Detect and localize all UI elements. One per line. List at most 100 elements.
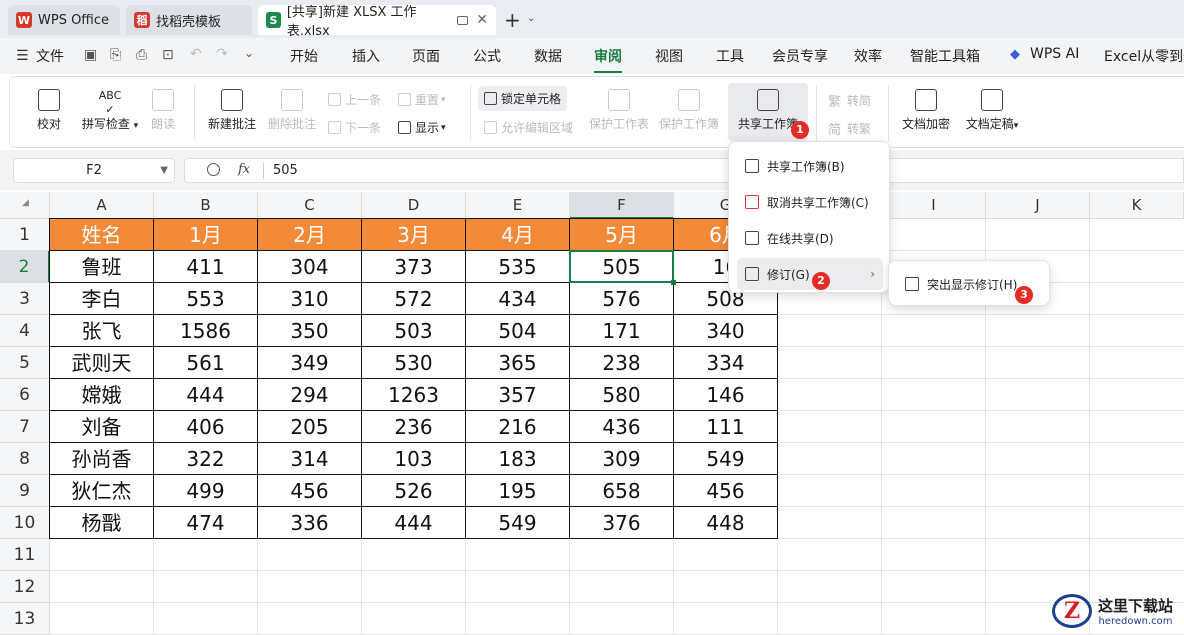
- encrypt-button[interactable]: 文档加密: [898, 89, 954, 132]
- print-icon[interactable]: ⎙: [136, 47, 147, 63]
- table-cell[interactable]: 195: [466, 475, 570, 507]
- table-cell[interactable]: 530: [362, 347, 466, 379]
- table-cell[interactable]: 549: [466, 507, 570, 539]
- formula-input[interactable]: fx 505: [184, 158, 1184, 183]
- table-header-cell[interactable]: 姓名: [50, 219, 154, 251]
- menu-home[interactable]: 开始: [290, 46, 318, 66]
- table-cell[interactable]: 526: [362, 475, 466, 507]
- table-cell[interactable]: 146: [674, 379, 778, 411]
- table-cell[interactable]: 349: [258, 347, 362, 379]
- menu-insert[interactable]: 插入: [352, 46, 380, 66]
- row-header[interactable]: 5: [0, 347, 50, 379]
- table-cell[interactable]: 535: [466, 251, 570, 283]
- menu-data[interactable]: 数据: [534, 46, 562, 66]
- table-cell[interactable]: 嫦娥: [50, 379, 154, 411]
- read-aloud-button[interactable]: 朗读: [148, 89, 178, 132]
- window-icon[interactable]: [456, 15, 469, 25]
- print-preview-icon[interactable]: ⊡: [162, 47, 174, 63]
- lock-cell-button[interactable]: 锁定单元格: [478, 86, 568, 111]
- menu-smart-toolbox[interactable]: 智能工具箱: [910, 46, 980, 66]
- table-cell[interactable]: 314: [258, 443, 362, 475]
- table-cell[interactable]: 304: [258, 251, 362, 283]
- column-header-i[interactable]: I: [882, 192, 986, 219]
- table-cell[interactable]: 武则天: [50, 347, 154, 379]
- column-header-c[interactable]: C: [258, 192, 362, 219]
- menu-member[interactable]: 会员专享: [772, 46, 828, 66]
- selected-cell-outline[interactable]: [569, 250, 674, 283]
- table-header-cell[interactable]: 5月: [570, 219, 674, 251]
- close-icon[interactable]: ✕: [476, 12, 488, 28]
- menu-icon[interactable]: ☰: [16, 48, 29, 64]
- row-header[interactable]: 10: [0, 507, 50, 539]
- table-cell[interactable]: 111: [674, 411, 778, 443]
- table-cell[interactable]: 365: [466, 347, 570, 379]
- table-header-cell[interactable]: 4月: [466, 219, 570, 251]
- chevron-down-icon[interactable]: ▼: [160, 159, 168, 182]
- column-header-j[interactable]: J: [986, 192, 1090, 219]
- fill-handle[interactable]: [671, 280, 676, 285]
- row-header[interactable]: 6: [0, 379, 50, 411]
- trad-button[interactable]: 繁转简: [828, 91, 871, 110]
- menu-page[interactable]: 页面: [412, 46, 440, 66]
- table-cell[interactable]: 553: [154, 283, 258, 315]
- allow-edit-range-button[interactable]: 允许编辑区域: [484, 119, 573, 136]
- table-cell[interactable]: 474: [154, 507, 258, 539]
- menu-view[interactable]: 视图: [655, 46, 683, 66]
- column-header-d[interactable]: D: [362, 192, 466, 219]
- table-cell[interactable]: 李白: [50, 283, 154, 315]
- table-cell[interactable]: 504: [466, 315, 570, 347]
- row-header[interactable]: 4: [0, 315, 50, 347]
- row-header[interactable]: 7: [0, 411, 50, 443]
- menu-efficiency[interactable]: 效率: [854, 46, 882, 66]
- table-header-cell[interactable]: 1月: [154, 219, 258, 251]
- table-cell[interactable]: 658: [570, 475, 674, 507]
- table-cell[interactable]: 373: [362, 251, 466, 283]
- menu-item-online-share[interactable]: 在线共享(D): [737, 222, 883, 254]
- row-header[interactable]: 11: [0, 539, 50, 571]
- table-cell[interactable]: 406: [154, 411, 258, 443]
- save-icon[interactable]: ▣: [84, 47, 97, 63]
- prev-comment-button[interactable]: 上一条: [328, 91, 381, 108]
- menu-formula[interactable]: 公式: [473, 46, 501, 66]
- menu-item-unshare-workbook[interactable]: 取消共享工作簿(C): [737, 186, 883, 218]
- table-cell[interactable]: 340: [674, 315, 778, 347]
- zoom-icon[interactable]: [207, 163, 220, 176]
- table-cell[interactable]: 238: [570, 347, 674, 379]
- share-icon[interactable]: ⎘: [110, 47, 121, 63]
- fx-icon[interactable]: fx: [238, 162, 250, 177]
- row-header[interactable]: 1: [0, 219, 50, 251]
- table-cell[interactable]: 1263: [362, 379, 466, 411]
- protect-workbook-button[interactable]: 保护工作簿: [658, 89, 720, 132]
- row-header[interactable]: 2: [0, 251, 50, 283]
- table-cell[interactable]: 436: [570, 411, 674, 443]
- table-cell[interactable]: 205: [258, 411, 362, 443]
- spell-check-button[interactable]: ABC ✓ 拼写检查 ▾: [74, 89, 146, 132]
- table-cell[interactable]: 357: [466, 379, 570, 411]
- next-comment-button[interactable]: 下一条: [328, 119, 381, 136]
- table-cell[interactable]: 434: [466, 283, 570, 315]
- tab-template[interactable]: 稻 找稻壳模板: [126, 5, 252, 35]
- delete-comment-button[interactable]: 删除批注: [266, 89, 318, 132]
- table-cell[interactable]: 183: [466, 443, 570, 475]
- table-cell[interactable]: 294: [258, 379, 362, 411]
- table-cell[interactable]: 236: [362, 411, 466, 443]
- table-header-cell[interactable]: 3月: [362, 219, 466, 251]
- table-cell[interactable]: 576: [570, 283, 674, 315]
- row-header[interactable]: 9: [0, 475, 50, 507]
- menu-tools[interactable]: 工具: [716, 46, 744, 66]
- menu-review[interactable]: 审阅: [594, 46, 622, 73]
- table-cell[interactable]: 334: [674, 347, 778, 379]
- table-cell[interactable]: 216: [466, 411, 570, 443]
- tab-workbook[interactable]: S [共享]新建 XLSX 工作表.xlsx ✕: [258, 5, 496, 39]
- row-header[interactable]: 13: [0, 603, 50, 635]
- table-cell[interactable]: 杨戬: [50, 507, 154, 539]
- table-cell[interactable]: 336: [258, 507, 362, 539]
- row-header[interactable]: 8: [0, 443, 50, 475]
- column-header-b[interactable]: B: [154, 192, 258, 219]
- table-cell[interactable]: 503: [362, 315, 466, 347]
- chevron-down-icon[interactable]: ⌄: [527, 13, 535, 24]
- row-header[interactable]: 12: [0, 571, 50, 603]
- new-tab-icon[interactable]: +: [504, 8, 521, 32]
- row-header[interactable]: 3: [0, 283, 50, 315]
- menu-file[interactable]: 文件: [36, 46, 64, 66]
